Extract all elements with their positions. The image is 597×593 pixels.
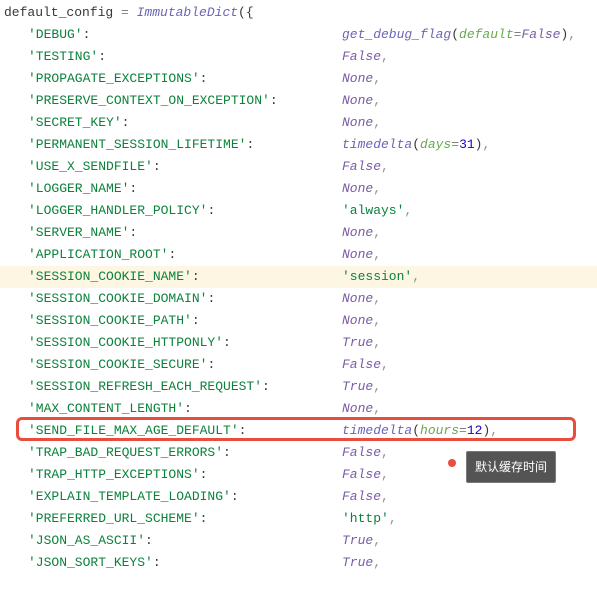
config-value: None, [342, 68, 381, 90]
config-value: False, [342, 46, 389, 68]
config-key: 'SESSION_COOKIE_SECURE': [28, 354, 342, 376]
config-row: 'USE_X_SENDFILE':False, [0, 156, 597, 178]
config-key: 'SESSION_REFRESH_EACH_REQUEST': [28, 376, 342, 398]
config-key: 'SESSION_COOKIE_DOMAIN': [28, 288, 342, 310]
config-row: 'SEND_FILE_MAX_AGE_DEFAULT':timedelta(ho… [0, 420, 597, 442]
config-value: None, [342, 112, 381, 134]
config-key: 'SEND_FILE_MAX_AGE_DEFAULT': [28, 420, 342, 442]
config-key: 'SESSION_COOKIE_PATH': [28, 310, 342, 332]
config-key: 'DEBUG': [28, 24, 342, 46]
config-row: 'SESSION_COOKIE_SECURE':False, [0, 354, 597, 376]
config-row: 'PRESERVE_CONTEXT_ON_EXCEPTION':None, [0, 90, 597, 112]
config-value: False, [342, 156, 389, 178]
tooltip: 默认缓存时间 [466, 451, 556, 483]
config-row: 'SESSION_COOKIE_NAME':'session', [0, 266, 597, 288]
config-key: 'SESSION_COOKIE_HTTPONLY': [28, 332, 342, 354]
config-value: None, [342, 398, 381, 420]
config-key: 'TESTING': [28, 46, 342, 68]
config-value: timedelta(hours=12), [342, 420, 498, 442]
config-row: 'SESSION_COOKIE_PATH':None, [0, 310, 597, 332]
config-value: False, [342, 486, 389, 508]
config-value: 'session', [342, 266, 420, 288]
config-row: 'JSON_AS_ASCII':True, [0, 530, 597, 552]
config-row: 'JSON_SORT_KEYS':True, [0, 552, 597, 574]
config-key: 'APPLICATION_ROOT': [28, 244, 342, 266]
config-key: 'TRAP_HTTP_EXCEPTIONS': [28, 464, 342, 486]
config-row: 'PROPAGATE_EXCEPTIONS':None, [0, 68, 597, 90]
config-key: 'PROPAGATE_EXCEPTIONS': [28, 68, 342, 90]
config-key: 'USE_X_SENDFILE': [28, 156, 342, 178]
config-value: 'always', [342, 200, 412, 222]
config-value: False, [342, 442, 389, 464]
config-value: True, [342, 552, 381, 574]
config-key: 'EXPLAIN_TEMPLATE_LOADING': [28, 486, 342, 508]
config-key: 'SESSION_COOKIE_NAME': [28, 266, 342, 288]
config-value: get_debug_flag(default=False), [342, 24, 576, 46]
config-key: 'JSON_SORT_KEYS': [28, 552, 342, 574]
config-key: 'PREFERRED_URL_SCHEME': [28, 508, 342, 530]
config-row: 'SECRET_KEY':None, [0, 112, 597, 134]
config-value: None, [342, 90, 381, 112]
config-value: False, [342, 464, 389, 486]
config-row: 'SESSION_COOKIE_HTTPONLY':True, [0, 332, 597, 354]
config-row: 'DEBUG':get_debug_flag(default=False), [0, 24, 597, 46]
annotation-dot [448, 459, 456, 467]
config-row: 'SERVER_NAME':None, [0, 222, 597, 244]
config-key: 'SERVER_NAME': [28, 222, 342, 244]
config-value: True, [342, 530, 381, 552]
config-row: 'LOGGER_NAME':None, [0, 178, 597, 200]
config-value: timedelta(days=31), [342, 134, 490, 156]
config-key: 'SECRET_KEY': [28, 112, 342, 134]
config-row: 'MAX_CONTENT_LENGTH':None, [0, 398, 597, 420]
config-key: 'LOGGER_NAME': [28, 178, 342, 200]
function-name: ImmutableDict [137, 5, 238, 20]
config-value: None, [342, 310, 381, 332]
config-key: 'MAX_CONTENT_LENGTH': [28, 398, 342, 420]
config-row: 'EXPLAIN_TEMPLATE_LOADING':False, [0, 486, 597, 508]
config-value: True, [342, 332, 381, 354]
config-row: 'TESTING':False, [0, 46, 597, 68]
config-key: 'PRESERVE_CONTEXT_ON_EXCEPTION': [28, 90, 342, 112]
operator: = [113, 5, 136, 20]
config-value: None, [342, 244, 381, 266]
config-value: False, [342, 354, 389, 376]
config-value: True, [342, 376, 381, 398]
config-row: 'PREFERRED_URL_SCHEME':'http', [0, 508, 597, 530]
config-key: 'LOGGER_HANDLER_POLICY': [28, 200, 342, 222]
config-key: 'PERMANENT_SESSION_LIFETIME': [28, 134, 342, 156]
config-key: 'TRAP_BAD_REQUEST_ERRORS': [28, 442, 342, 464]
config-row: 'APPLICATION_ROOT':None, [0, 244, 597, 266]
variable-name: default_config [4, 5, 113, 20]
assignment-line: default_config = ImmutableDict({ [0, 2, 597, 24]
config-key: 'JSON_AS_ASCII': [28, 530, 342, 552]
config-row: 'SESSION_REFRESH_EACH_REQUEST':True, [0, 376, 597, 398]
paren-open: ({ [238, 5, 254, 20]
config-row: 'SESSION_COOKIE_DOMAIN':None, [0, 288, 597, 310]
config-row: 'PERMANENT_SESSION_LIFETIME':timedelta(d… [0, 134, 597, 156]
config-row: 'LOGGER_HANDLER_POLICY':'always', [0, 200, 597, 222]
config-value: None, [342, 178, 381, 200]
config-value: None, [342, 222, 381, 244]
config-value: None, [342, 288, 381, 310]
config-value: 'http', [342, 508, 397, 530]
